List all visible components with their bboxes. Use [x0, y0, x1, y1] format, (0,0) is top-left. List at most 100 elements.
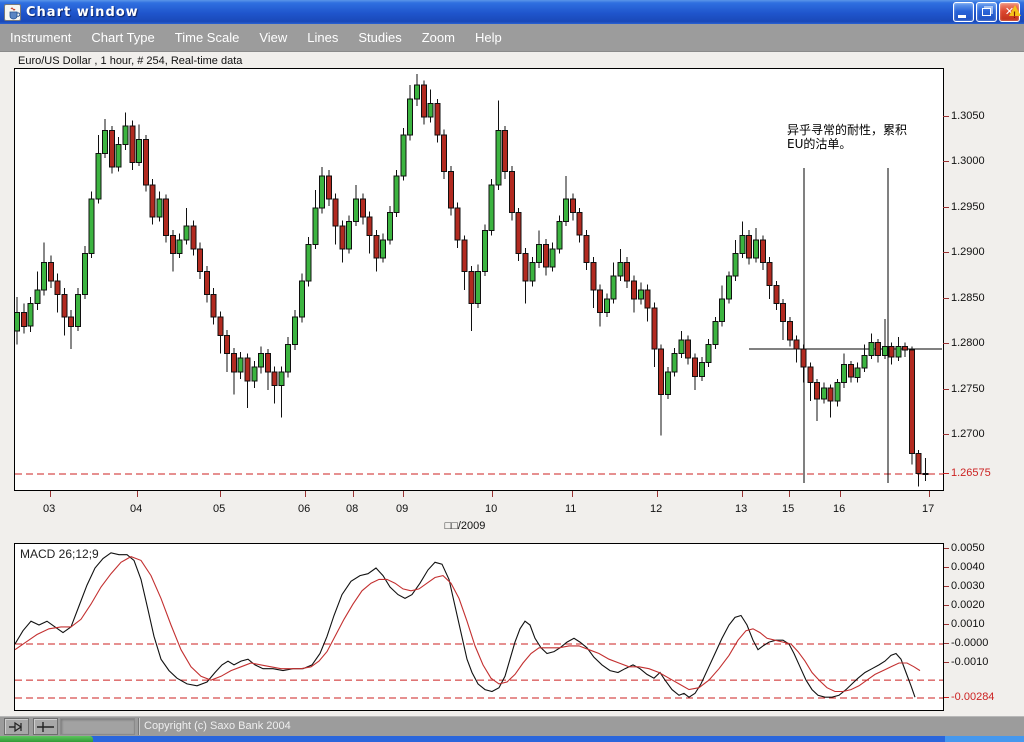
candle	[115, 137, 122, 172]
pin-tool-button[interactable]	[4, 718, 29, 735]
candle	[251, 360, 258, 389]
warning-triangle-icon	[1009, 5, 1021, 24]
date-tick	[403, 491, 404, 497]
title-bar[interactable]: Chart window ✕	[0, 0, 1024, 24]
candle	[420, 80, 427, 125]
last-price-label: 1.26575	[951, 467, 991, 479]
date-tick	[929, 491, 930, 497]
menu-view[interactable]: View	[249, 24, 297, 51]
candle	[400, 127, 407, 181]
candle	[719, 285, 726, 327]
menu-lines[interactable]: Lines	[297, 24, 348, 51]
candle	[529, 257, 536, 287]
candle	[834, 379, 841, 407]
candle	[773, 280, 780, 310]
candle	[814, 379, 820, 421]
java-app-icon	[4, 3, 21, 21]
candle	[922, 458, 929, 481]
candle	[508, 166, 515, 221]
candle	[20, 303, 27, 334]
menu-chart-type[interactable]: Chart Type	[81, 24, 164, 51]
candle	[624, 257, 631, 289]
candle	[576, 208, 583, 243]
candle	[522, 248, 529, 304]
candle	[68, 309, 75, 349]
candle	[542, 238, 549, 276]
close-button[interactable]: ✕	[999, 2, 1021, 24]
candle	[183, 208, 190, 245]
candle	[380, 233, 387, 263]
chart-annotation: 异乎寻常的耐性，累积 EU的沽单。	[787, 123, 908, 151]
menu-instrument[interactable]: Instrument	[0, 24, 81, 51]
candle	[285, 337, 292, 378]
candle	[698, 357, 705, 381]
minimize-button[interactable]	[953, 2, 974, 22]
candle	[149, 178, 156, 225]
candle	[841, 353, 848, 389]
macd-tick-label: 0.0040	[951, 561, 985, 573]
price-tick-label: 1.2800	[951, 337, 985, 349]
candle	[454, 202, 461, 248]
candle	[556, 215, 563, 254]
candle	[305, 237, 312, 287]
date-tick-label: 06	[298, 503, 311, 515]
date-tick	[220, 491, 221, 497]
candle	[176, 233, 183, 258]
candle	[847, 360, 854, 383]
restore-button[interactable]	[976, 2, 997, 22]
candle	[678, 330, 685, 359]
menu-help[interactable]: Help	[465, 24, 512, 51]
candle	[875, 339, 882, 363]
candle	[61, 288, 68, 336]
price-tick-label: 1.3050	[951, 110, 985, 122]
candle	[651, 302, 658, 368]
menu-time-scale[interactable]: Time Scale	[165, 24, 250, 51]
candle	[807, 362, 814, 401]
menu-studies[interactable]: Studies	[348, 24, 411, 51]
macd-tick-label: 0.0010	[951, 618, 985, 630]
candle	[692, 353, 698, 390]
candle	[203, 266, 210, 303]
macd-tick-label: -0.0000	[951, 637, 989, 649]
candle	[495, 100, 502, 190]
candle	[244, 353, 251, 409]
candle	[197, 242, 204, 279]
price-tick	[943, 116, 949, 117]
candle	[658, 344, 665, 436]
candle	[156, 191, 163, 222]
menu-bar: Instrument Chart Type Time Scale View Lines S…	[0, 24, 1024, 52]
candle	[468, 266, 475, 331]
candle	[447, 166, 454, 216]
macd-study-label: MACD 26;12;9	[20, 547, 99, 561]
date-tick-label: 10	[485, 503, 498, 515]
price-tick	[943, 343, 949, 344]
candle	[915, 450, 922, 487]
candle	[298, 273, 305, 323]
date-tick	[742, 491, 743, 497]
candle	[14, 297, 20, 345]
menu-zoom[interactable]: Zoom	[412, 24, 465, 51]
candle	[909, 346, 915, 465]
candle	[393, 169, 400, 218]
date-tick	[492, 491, 493, 497]
candle	[319, 167, 326, 214]
candle	[102, 118, 109, 158]
candle	[705, 339, 712, 368]
candle	[41, 242, 48, 296]
macd-tick-label: 0.0050	[951, 542, 985, 554]
crosshair-tool-button[interactable]	[33, 718, 58, 735]
candle	[88, 191, 95, 258]
date-tick-label: 04	[130, 503, 143, 515]
price-tick	[943, 161, 949, 162]
price-tick-label: 1.2850	[951, 292, 985, 304]
start-button-edge[interactable]	[0, 736, 93, 742]
candle	[610, 262, 617, 304]
candle	[427, 89, 434, 123]
candle	[603, 293, 610, 318]
candle	[264, 349, 271, 390]
status-divider	[138, 718, 139, 735]
date-tick-label: 03	[43, 503, 56, 515]
macd-chart-canvas[interactable]	[14, 543, 944, 711]
date-tick-label: 15	[782, 503, 795, 515]
candle	[441, 129, 448, 179]
